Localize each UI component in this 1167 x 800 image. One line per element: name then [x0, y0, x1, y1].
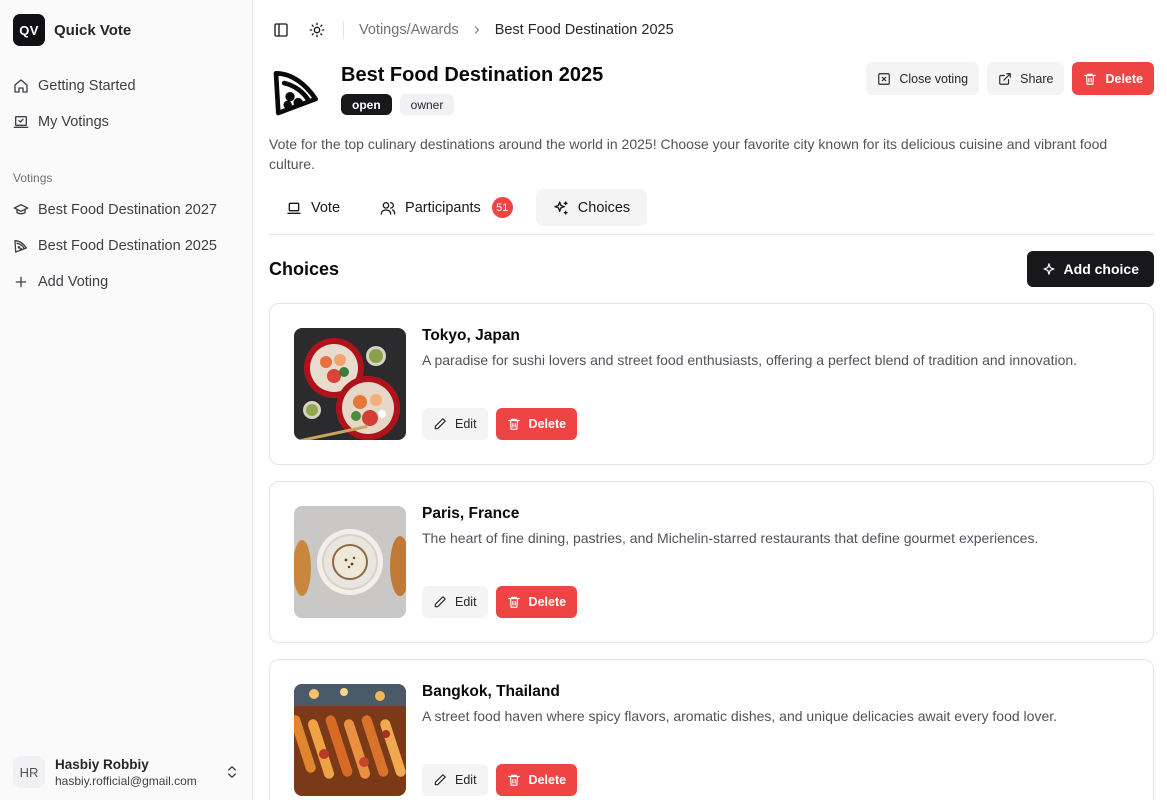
page-title: Best Food Destination 2025 [341, 64, 604, 86]
square-x-icon [878, 72, 891, 85]
external-link-icon [999, 72, 1011, 85]
sidebar-item-label: Best Food Destination 2027 [38, 202, 217, 218]
main-content: Votings/Awards Best Food Destination 202… [253, 0, 1167, 800]
choice-description: The heart of fine dining, pastries, and … [422, 530, 1039, 546]
choice-card: Tokyo, Japan A paradise for sushi lovers… [269, 303, 1154, 465]
choice-description: A paradise for sushi lovers and street f… [422, 352, 1078, 368]
tab-vote[interactable]: Vote [269, 189, 357, 226]
votings-group-label: Votings [13, 171, 53, 185]
avatar: HR [13, 756, 45, 788]
sidebar-panel-icon [274, 23, 288, 37]
edit-choice-button[interactable]: Edit [422, 586, 488, 618]
choice-card: Paris, France The heart of fine dining, … [269, 481, 1154, 643]
status-badge-open: open [341, 94, 392, 115]
tabs-divider [269, 234, 1154, 235]
delete-choice-button[interactable]: Delete [495, 586, 578, 618]
sidebar-item-label: Best Food Destination 2025 [38, 238, 217, 254]
trash-icon [507, 774, 520, 786]
voting-actions: Close voting Share Delete [866, 62, 1154, 95]
delete-choice-button[interactable]: Delete [495, 764, 578, 796]
choice-image-bangkok [294, 684, 406, 796]
breadcrumb: Votings/Awards Best Food Destination 202… [359, 22, 674, 38]
chevron-right-icon [471, 24, 483, 36]
sidebar-item-label: My Votings [38, 114, 109, 130]
votings-nav: Best Food Destination 2027 Best Food Des… [6, 192, 246, 300]
app-logo: QV [13, 14, 45, 46]
trash-icon [1084, 73, 1097, 85]
plus-icon [15, 276, 27, 288]
participants-count-badge: 51 [491, 197, 513, 218]
sidebar-item-voting-2027[interactable]: Best Food Destination 2027 [6, 192, 246, 228]
choice-description: A street food haven where spicy flavors,… [422, 708, 1058, 724]
sidebar-item-add-voting[interactable]: Add Voting [6, 264, 246, 300]
choice-image-tokyo [294, 328, 406, 440]
tabs: Vote Participants 51 Choices [269, 189, 648, 226]
choice-actions: Edit Delete [422, 408, 578, 440]
theme-toggle-button[interactable] [307, 20, 327, 40]
delete-voting-button[interactable]: Delete [1072, 62, 1154, 95]
main-nav: Getting Started My Votings [6, 68, 246, 140]
choice-actions: Edit Delete [422, 586, 578, 618]
share-button[interactable]: Share [987, 62, 1065, 95]
add-choice-button[interactable]: Add choice [1026, 251, 1154, 287]
status-badges: open owner [341, 94, 455, 115]
home-icon [14, 79, 28, 93]
choice-actions: Edit Delete [422, 764, 578, 796]
user-name: Hasbiy Robbiy [55, 756, 149, 772]
ballot-icon [13, 116, 29, 128]
sun-icon [309, 22, 325, 38]
close-voting-button[interactable]: Close voting [866, 62, 980, 95]
trash-icon [507, 596, 520, 608]
pencil-icon [434, 596, 446, 608]
user-menu[interactable]: HR Hasbiy Robbiy hasbiy.rofficial@gmail.… [8, 750, 244, 794]
edit-choice-button[interactable]: Edit [422, 408, 488, 440]
graduation-cap-icon [13, 204, 29, 215]
divider [343, 21, 344, 39]
toggle-sidebar-button[interactable] [271, 20, 291, 40]
voting-description: Vote for the top culinary destinations a… [269, 136, 1108, 172]
edit-choice-button[interactable]: Edit [422, 764, 488, 796]
topbar: Votings/Awards Best Food Destination 202… [271, 18, 674, 42]
pizza-icon [14, 240, 27, 253]
sidebar: QV Quick Vote Getting Started My Votings… [0, 0, 253, 800]
user-email: hasbiy.rofficial@gmail.com [55, 773, 197, 788]
breadcrumb-parent-link[interactable]: Votings/Awards [359, 22, 459, 38]
sidebar-item-voting-2025[interactable]: Best Food Destination 2025 [6, 228, 246, 264]
role-badge-owner: owner [399, 94, 455, 115]
ballot-icon [287, 202, 301, 214]
sidebar-item-label: Add Voting [38, 274, 109, 290]
choice-name: Bangkok, Thailand [422, 683, 560, 700]
chevrons-up-down-icon [228, 766, 236, 778]
pencil-icon [434, 774, 446, 786]
trash-icon [507, 418, 520, 430]
choice-card: Bangkok, Thailand A street food haven wh… [269, 659, 1154, 800]
sidebar-item-label: Getting Started [38, 78, 136, 94]
choice-image-paris [294, 506, 406, 618]
choice-name: Paris, France [422, 505, 520, 522]
choice-name: Tokyo, Japan [422, 327, 520, 344]
sparkles-icon [554, 200, 568, 215]
sparkle-icon [1042, 263, 1055, 275]
users-icon [380, 201, 396, 215]
pencil-icon [434, 418, 446, 430]
app-name: Quick Vote [54, 21, 132, 39]
tab-participants[interactable]: Participants 51 [363, 189, 530, 226]
delete-choice-button[interactable]: Delete [495, 408, 578, 440]
choices-heading: Choices [269, 259, 340, 279]
tab-choices[interactable]: Choices [535, 189, 648, 226]
sidebar-item-my-votings[interactable]: My Votings [6, 104, 246, 140]
brand[interactable]: QV Quick Vote [13, 14, 131, 46]
breadcrumb-current: Best Food Destination 2025 [494, 22, 674, 38]
pizza-icon [273, 71, 318, 116]
sidebar-item-getting-started[interactable]: Getting Started [6, 68, 246, 104]
